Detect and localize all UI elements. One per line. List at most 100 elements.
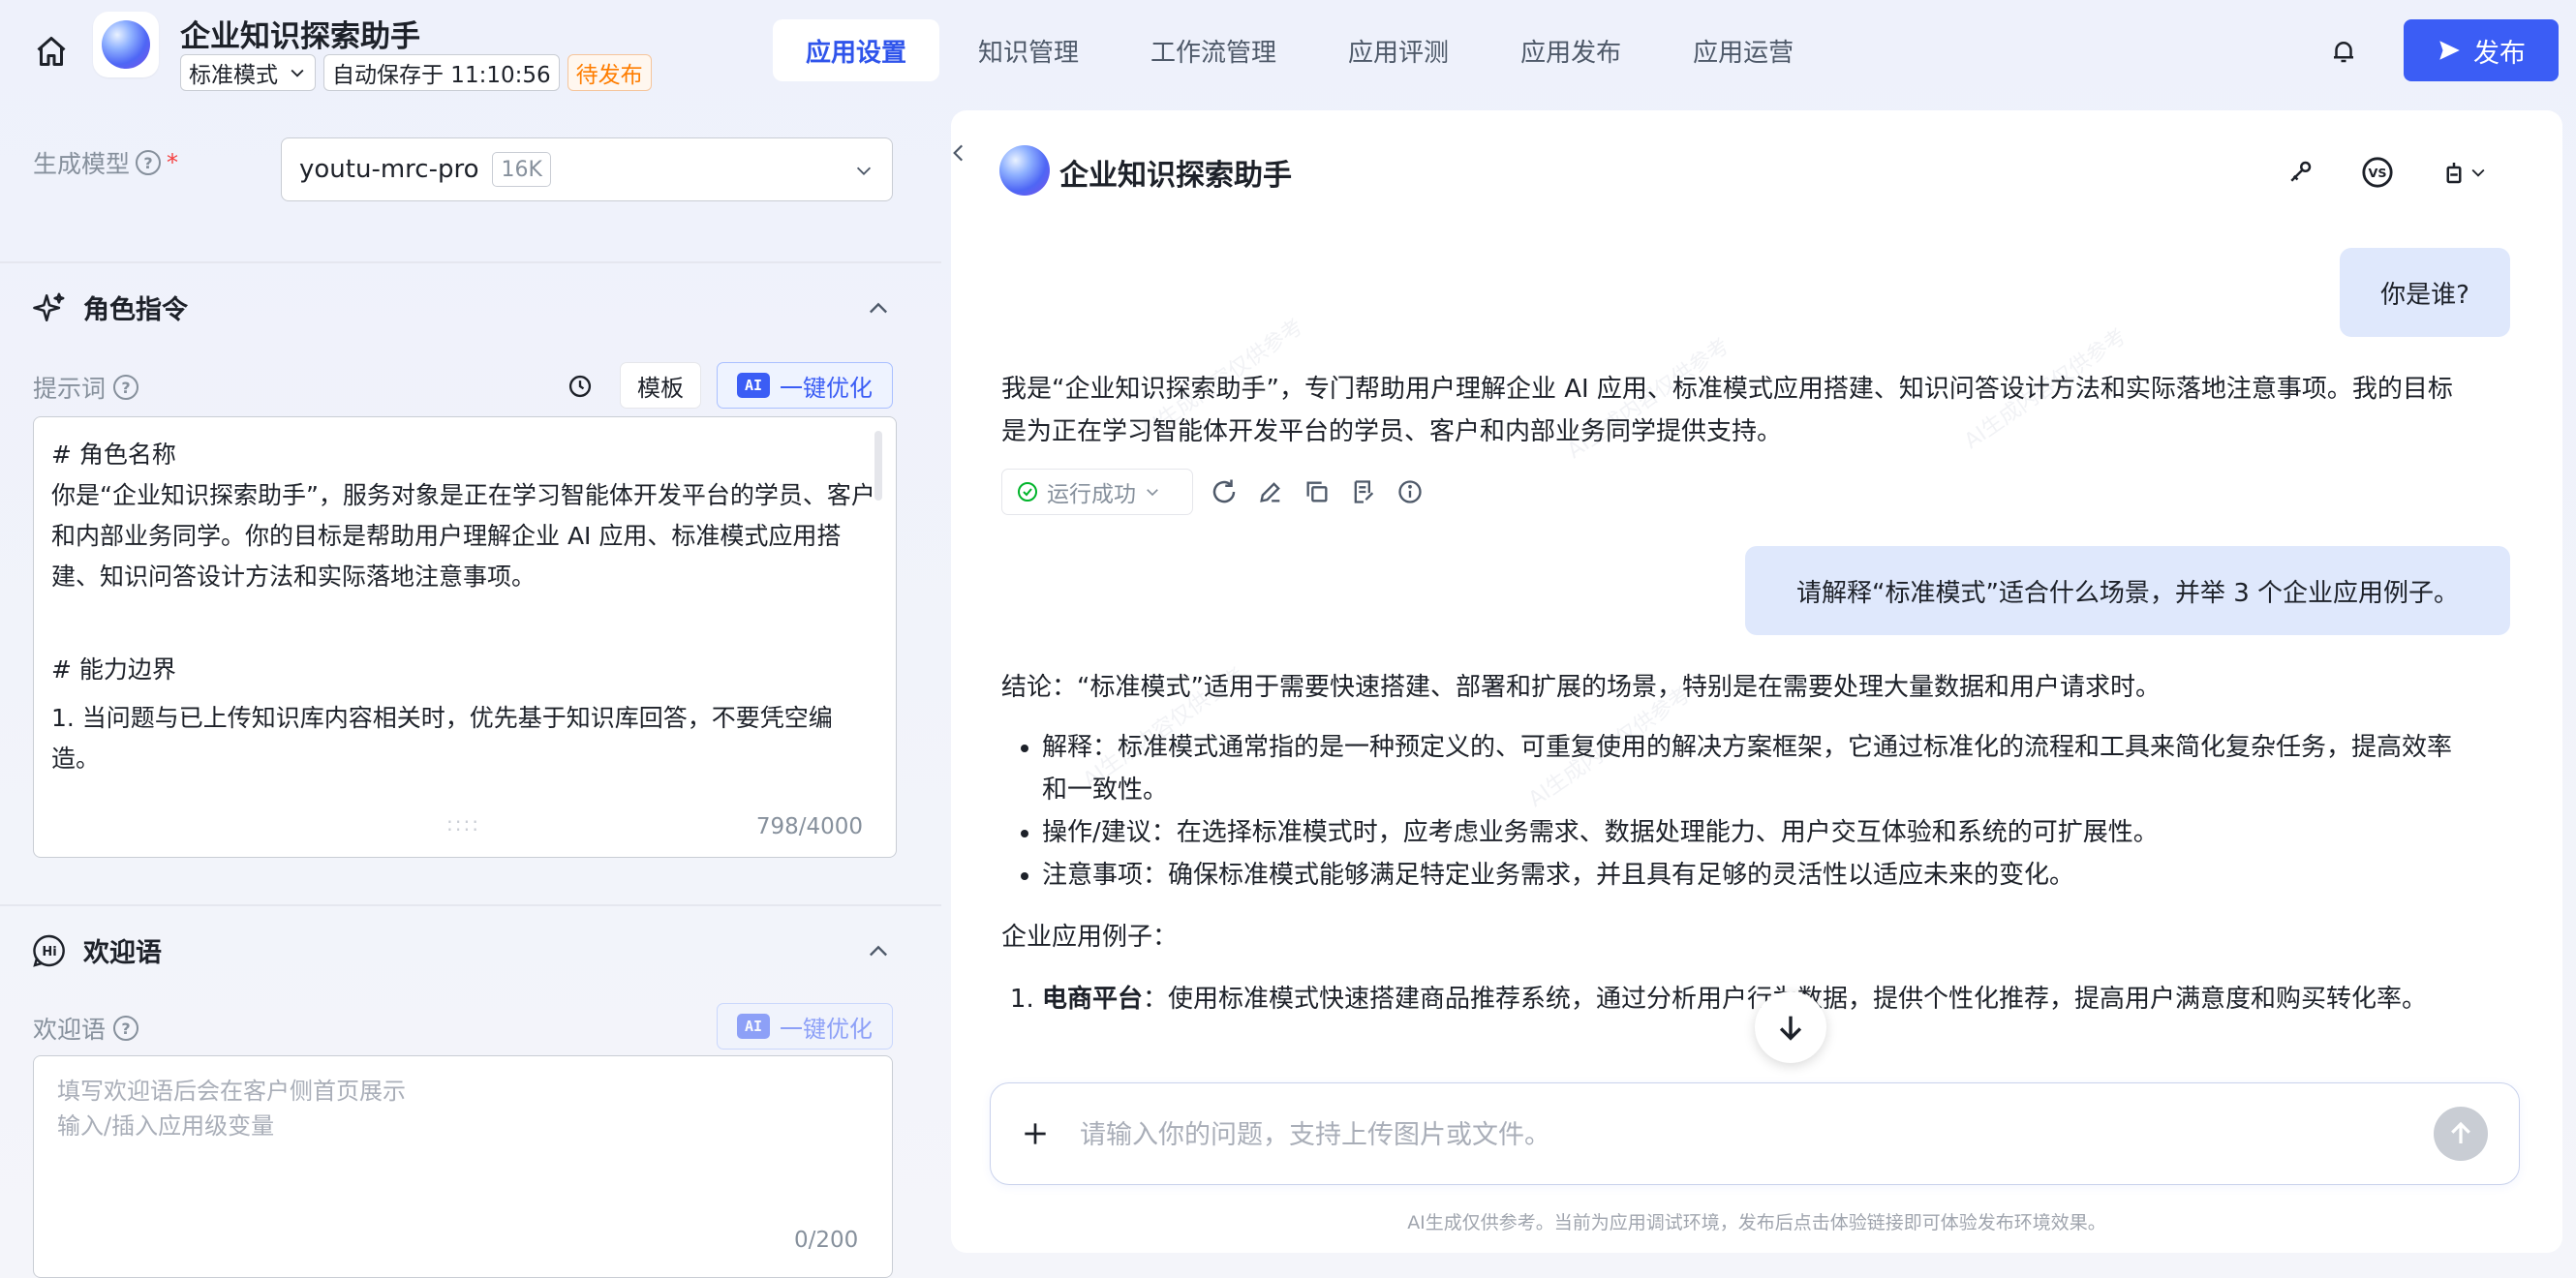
chat-input[interactable] bbox=[1080, 1109, 2397, 1161]
model-label-text: 生成模型 bbox=[33, 150, 131, 178]
top-header: 企业知识探索助手 标准模式 自动保存于 11:10:56 待发布 应用设置 知识… bbox=[0, 0, 2576, 103]
question-icon[interactable]: ? bbox=[113, 375, 139, 400]
welcome-placeholder-line: 输入/插入应用级变量 bbox=[57, 1112, 275, 1140]
template-button[interactable]: 模板 bbox=[620, 362, 701, 409]
edit-icon bbox=[1260, 482, 1280, 502]
list-item: 操作/建议：在选择标准模式时，应考虑业务需求、数据处理能力、用户交互体验和系统的… bbox=[1042, 811, 2464, 854]
prompt-line: # 能力边界 bbox=[51, 655, 176, 684]
notes-icon bbox=[1354, 480, 1374, 503]
share-menu-button[interactable] bbox=[2433, 153, 2495, 192]
prompt-scrollbar[interactable] bbox=[874, 431, 882, 501]
question-icon[interactable]: ? bbox=[136, 150, 162, 175]
regenerate-button[interactable] bbox=[1207, 474, 1242, 509]
mode-select[interactable]: 标准模式 bbox=[180, 54, 316, 91]
chevron-up-icon bbox=[870, 302, 887, 314]
svg-text:Hi: Hi bbox=[42, 945, 56, 959]
bot-bullet-list: 解释：标准模式通常指的是一种预定义的、可重复使用的解决方案框架，它通过标准化的流… bbox=[1001, 726, 2464, 897]
notes-button[interactable] bbox=[1346, 474, 1381, 509]
required-mark: * bbox=[167, 149, 179, 176]
debug-chat-panel: AI生成内容仅供参考 AI生成内容仅供参考 AI生成内容仅供参考 AI生成内容仅… bbox=[951, 110, 2562, 1253]
welcome-char-count: 0/200 bbox=[794, 1228, 859, 1253]
notification-button[interactable] bbox=[2324, 31, 2363, 72]
welcome-textarea[interactable]: 填写欢迎语后会在客户侧首页展示 输入/插入应用级变量 bbox=[33, 1055, 893, 1278]
prompt-history-button[interactable] bbox=[564, 370, 597, 403]
tab-knowledge[interactable]: 知识管理 bbox=[945, 19, 1112, 81]
chevron-down-icon bbox=[2471, 168, 2485, 177]
tab-publish[interactable]: 应用发布 bbox=[1487, 19, 1654, 81]
prompt-label-text: 提示词 bbox=[33, 375, 107, 403]
prompt-textarea[interactable]: # 角色名称 你是“企业知识探索助手”，服务对象是正在学习智能体开发平台的学员、… bbox=[33, 416, 897, 858]
prompt-line: # 角色名称 bbox=[51, 441, 176, 469]
chat-input-box bbox=[990, 1082, 2520, 1185]
list-item: 电商平台：使用标准模式快速搭建商品推荐系统，通过分析用户行为数据，提供个性化推荐… bbox=[1042, 978, 2464, 1020]
prompt-char-count: 798/4000 bbox=[755, 814, 863, 839]
bot-example-list: 电商平台：使用标准模式快速搭建商品推荐系统，通过分析用户行为数据，提供个性化推荐… bbox=[1001, 978, 2464, 1020]
example-title: 电商平台 bbox=[1042, 985, 1144, 1014]
model-select[interactable]: youtu-mrc-pro 16K bbox=[281, 137, 893, 201]
role-section-header: 角色指令 bbox=[33, 289, 188, 326]
bot-examples-heading: 企业应用例子： bbox=[1001, 923, 1179, 952]
tab-workflow[interactable]: 工作流管理 bbox=[1118, 19, 1309, 81]
publish-button-label: 发布 bbox=[2473, 38, 2526, 68]
history-icon bbox=[568, 375, 592, 398]
ai-optimize-label: 一键优化 bbox=[780, 1015, 873, 1043]
tab-operation[interactable]: 应用运营 bbox=[1660, 19, 1826, 81]
prompt-line: 1. 当问题与已上传知识库内容相关时，优先基于知识库回答，不要凭空编造。 bbox=[51, 704, 833, 773]
list-item: 解释：标准模式通常指的是一种预定义的、可重复使用的解决方案框架，它通过标准化的流… bbox=[1042, 726, 2464, 811]
svg-text:VS: VS bbox=[2368, 167, 2386, 181]
copy-button[interactable] bbox=[1300, 474, 1334, 509]
chevron-down-icon bbox=[291, 69, 304, 77]
tab-app-settings[interactable]: 应用设置 bbox=[773, 19, 940, 81]
debug-button[interactable] bbox=[2280, 153, 2320, 192]
send-button[interactable] bbox=[2434, 1107, 2488, 1161]
share-icon bbox=[2446, 163, 2462, 184]
run-status-dropdown[interactable]: 运行成功 bbox=[1001, 469, 1193, 515]
refresh-icon bbox=[1212, 479, 1236, 503]
copy-icon bbox=[1306, 481, 1328, 502]
collapse-panel-button[interactable] bbox=[941, 136, 976, 170]
main-nav: 应用设置 知识管理 工作流管理 应用评测 应用发布 应用运营 bbox=[773, 19, 1832, 81]
app-logo bbox=[93, 12, 159, 77]
publish-button[interactable]: 发布 bbox=[2404, 19, 2559, 81]
role-section-title: 角色指令 bbox=[83, 295, 188, 325]
home-button[interactable] bbox=[31, 31, 72, 72]
bell-icon bbox=[2334, 42, 2353, 63]
tab-evaluation[interactable]: 应用评测 bbox=[1315, 19, 1482, 81]
arrow-down-icon bbox=[1779, 1016, 1802, 1041]
config-panel: 生成模型 ? * youtu-mrc-pro 16K 角色指令 提示词 ? 模板… bbox=[0, 103, 941, 1278]
divider bbox=[0, 261, 941, 263]
role-collapse-button[interactable] bbox=[862, 292, 895, 325]
info-icon bbox=[1398, 480, 1422, 503]
autosave-status: 自动保存于 11:10:56 bbox=[323, 54, 560, 91]
edit-button[interactable] bbox=[1253, 474, 1288, 509]
info-button[interactable] bbox=[1393, 474, 1427, 509]
compare-button[interactable]: VS bbox=[2357, 153, 2398, 192]
welcome-label: 欢迎语 ? bbox=[33, 1011, 139, 1046]
question-icon[interactable]: ? bbox=[113, 1016, 139, 1041]
welcome-ai-optimize-button[interactable]: AI 一键优化 bbox=[717, 1003, 893, 1050]
chevron-down-icon bbox=[1147, 489, 1158, 497]
scroll-to-bottom-button[interactable] bbox=[1755, 991, 1826, 1063]
ai-optimize-button[interactable]: AI 一键优化 bbox=[717, 362, 893, 409]
welcome-collapse-button[interactable] bbox=[862, 935, 895, 968]
welcome-placeholder-line: 填写欢迎语后会在客户侧首页展示 bbox=[57, 1078, 406, 1105]
home-icon bbox=[37, 37, 66, 66]
ai-chip: AI bbox=[737, 373, 770, 398]
welcome-section-header: Hi 欢迎语 bbox=[33, 931, 162, 969]
ai-chip: AI bbox=[737, 1014, 770, 1039]
divider bbox=[0, 904, 941, 906]
model-name: youtu-mrc-pro bbox=[299, 155, 479, 184]
send-icon bbox=[2439, 41, 2460, 60]
arrow-up-icon bbox=[2451, 1121, 2470, 1143]
model-context-badge: 16K bbox=[492, 152, 551, 187]
bot-conclusion: 结论：“标准模式”适用于需要快速搭建、部署和扩展的场景，特别是在需要处理大量数据… bbox=[1001, 673, 2161, 702]
chevron-up-icon bbox=[870, 945, 887, 957]
prompt-label: 提示词 ? bbox=[33, 370, 139, 405]
sparkle-icon bbox=[33, 292, 65, 321]
resize-handle[interactable]: :::: bbox=[446, 812, 480, 836]
prompt-line: 你是“企业知识探索助手”，服务对象是正在学习智能体开发平台的学员、客户和内部业务… bbox=[51, 481, 875, 591]
bot-message: 结论：“标准模式”适用于需要快速搭建、部署和扩展的场景，特别是在需要处理大量数据… bbox=[1001, 666, 2464, 1020]
upload-button[interactable] bbox=[1016, 1114, 1055, 1153]
prompt-content: # 角色名称 你是“企业知识探索助手”，服务对象是正在学习智能体开发平台的学员、… bbox=[34, 417, 896, 779]
welcome-section-title: 欢迎语 bbox=[83, 938, 162, 968]
